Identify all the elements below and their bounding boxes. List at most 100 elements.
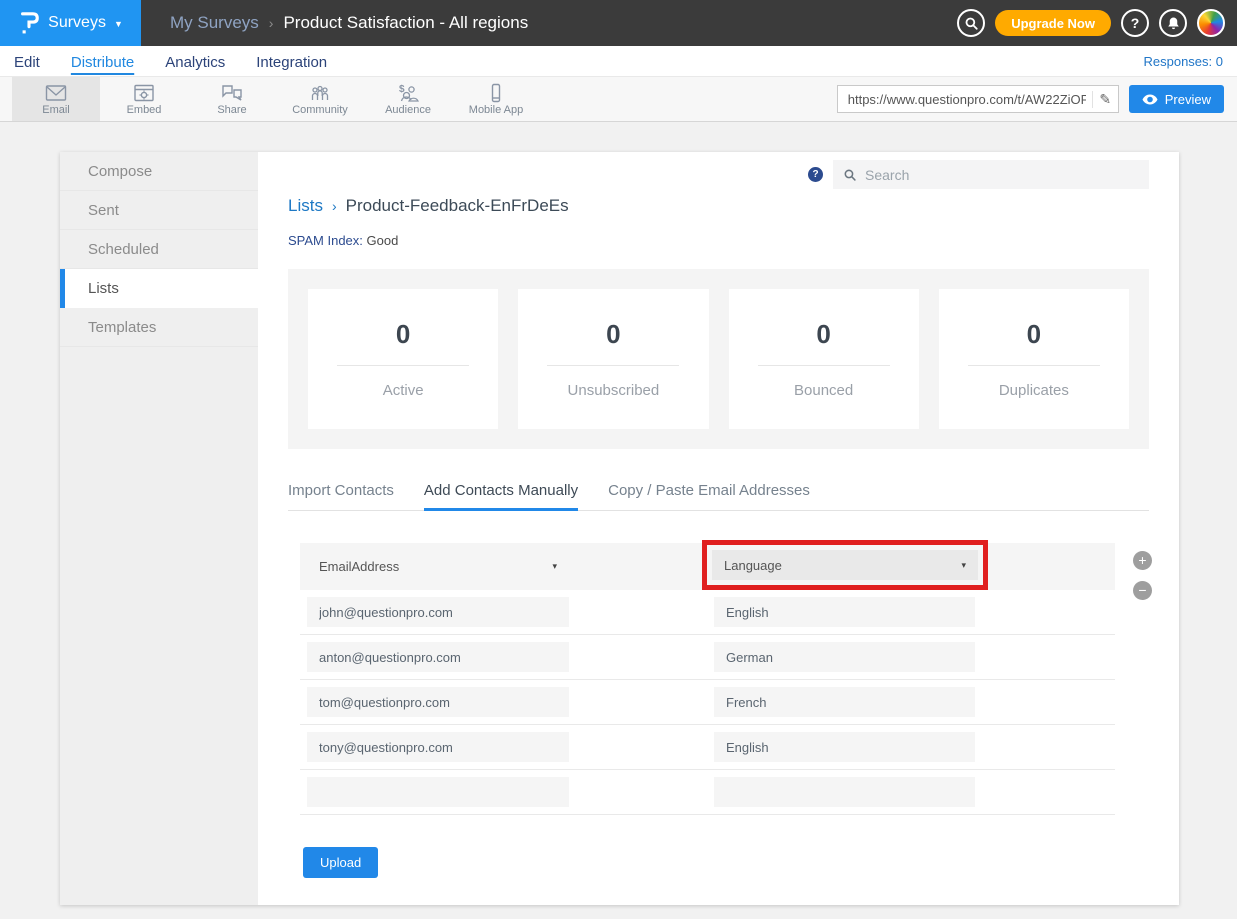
contact-tabs: Import Contacts Add Contacts Manually Co… <box>288 482 1149 511</box>
email-input-5[interactable] <box>307 777 569 807</box>
tab-copy-paste-email-addresses[interactable]: Copy / Paste Email Addresses <box>608 482 810 511</box>
topbar-main: My Surveys › Product Satisfaction - All … <box>141 0 1237 46</box>
embed-icon <box>132 83 156 103</box>
spam-index-label: SPAM Index: <box>288 233 363 248</box>
email-input-1[interactable] <box>307 597 569 627</box>
contacts-table-header: EmailAddress ▾ Language ▾ + − <box>300 543 1115 590</box>
table-row <box>300 635 1115 680</box>
stat-unsubscribed-label: Unsubscribed <box>568 382 660 399</box>
language-input-5[interactable] <box>714 777 975 807</box>
toolbar-embed-label: Embed <box>127 104 162 116</box>
email-column-label: EmailAddress <box>319 559 399 574</box>
toolbar-email[interactable]: Email <box>12 77 100 121</box>
spam-index-value: Good <box>367 233 399 248</box>
nav-distribute[interactable]: Distribute <box>71 52 134 71</box>
search-button[interactable] <box>957 9 985 37</box>
questionpro-logo-icon <box>18 10 40 36</box>
language-input-1[interactable] <box>714 597 975 627</box>
email-input-4[interactable] <box>307 732 569 762</box>
toolbar-mobile-app-label: Mobile App <box>469 104 523 116</box>
chevron-down-icon: ▾ <box>961 560 966 571</box>
audience-icon: $ <box>396 83 420 103</box>
toolbar-share[interactable]: Share <box>188 77 276 121</box>
stat-active-value: 0 <box>396 319 410 350</box>
survey-url-box: ✎ <box>837 85 1119 113</box>
add-row-button[interactable]: + <box>1133 551 1152 570</box>
surveys-menu[interactable]: Surveys ▼ <box>0 0 141 46</box>
email-input-3[interactable] <box>307 687 569 717</box>
table-row <box>300 590 1115 635</box>
nav-edit[interactable]: Edit <box>14 52 40 71</box>
tab-add-contacts-manually[interactable]: Add Contacts Manually <box>424 482 578 511</box>
list-search-box <box>833 160 1149 189</box>
email-sidebar: Compose Sent Scheduled Lists Templates <box>60 152 258 905</box>
stat-duplicates-label: Duplicates <box>999 382 1069 399</box>
toolbar-share-label: Share <box>217 104 246 116</box>
spam-index: SPAM Index: Good <box>288 233 1149 248</box>
tab-import-contacts[interactable]: Import Contacts <box>288 482 394 511</box>
stat-duplicates: 0 Duplicates <box>939 289 1129 429</box>
toolbar-embed[interactable]: Embed <box>100 77 188 121</box>
stat-duplicates-value: 0 <box>1027 319 1041 350</box>
list-breadcrumb: Lists › Product-Feedback-EnFrDeEs <box>288 196 1149 216</box>
stat-active-label: Active <box>383 382 424 399</box>
language-input-3[interactable] <box>714 687 975 717</box>
upgrade-now-button[interactable]: Upgrade Now <box>995 10 1111 36</box>
toolbar-audience[interactable]: $ Audience <box>364 77 452 121</box>
language-column-dropdown[interactable]: Language ▾ <box>712 550 978 580</box>
list-search-input[interactable] <box>865 167 1139 183</box>
list-stats: 0 Active 0 Unsubscribed 0 Bounced 0 Dupl… <box>288 269 1149 449</box>
chevron-down-icon: ▼ <box>114 19 123 29</box>
distribute-toolbar: Email Embed Share <box>0 77 1237 122</box>
nav-analytics[interactable]: Analytics <box>165 52 225 71</box>
stat-active: 0 Active <box>308 289 498 429</box>
preview-button[interactable]: Preview <box>1129 85 1224 113</box>
edit-url-icon[interactable]: ✎ <box>1092 91 1118 108</box>
email-input-2[interactable] <box>307 642 569 672</box>
share-icon <box>220 83 244 103</box>
mobile-app-icon <box>484 83 508 103</box>
search-icon <box>964 16 979 31</box>
email-column-dropdown[interactable]: EmailAddress ▾ <box>307 551 569 582</box>
notifications-button[interactable] <box>1159 9 1187 37</box>
preview-label: Preview <box>1165 92 1211 107</box>
language-input-4[interactable] <box>714 732 975 762</box>
breadcrumb-my-surveys[interactable]: My Surveys <box>170 13 259 33</box>
list-name: Product-Feedback-EnFrDeEs <box>346 196 569 216</box>
chevron-down-icon: ▾ <box>552 561 557 572</box>
upload-button[interactable]: Upload <box>303 847 378 878</box>
breadcrumb-lists-link[interactable]: Lists <box>288 196 323 216</box>
lists-panel: Compose Sent Scheduled Lists Templates ?… <box>60 152 1179 905</box>
remove-row-button[interactable]: − <box>1133 581 1152 600</box>
survey-url-input[interactable] <box>838 92 1092 107</box>
top-bar: Surveys ▼ My Surveys › Product Satisfact… <box>0 0 1237 46</box>
toolbar-community[interactable]: Community <box>276 77 364 121</box>
toolbar-mobile-app[interactable]: Mobile App <box>452 77 540 121</box>
lists-main: ? Lists › Product-Feedback-EnFrDeEs SPAM… <box>258 152 1179 905</box>
table-row <box>300 680 1115 725</box>
stat-bounced: 0 Bounced <box>729 289 919 429</box>
help-button[interactable]: ? <box>1121 9 1149 37</box>
toolbar-community-label: Community <box>292 104 348 116</box>
stat-bounced-label: Bounced <box>794 382 853 399</box>
language-input-2[interactable] <box>714 642 975 672</box>
sidebar-item-lists[interactable]: Lists <box>60 269 258 308</box>
community-icon <box>308 83 332 103</box>
sidebar-item-scheduled[interactable]: Scheduled <box>60 230 258 269</box>
sidebar-item-templates[interactable]: Templates <box>60 308 258 347</box>
stat-bounced-value: 0 <box>816 319 830 350</box>
help-icon[interactable]: ? <box>808 167 823 182</box>
chevron-right-icon: › <box>332 198 337 214</box>
toolbar-audience-label: Audience <box>385 104 431 116</box>
avatar[interactable] <box>1197 9 1225 37</box>
nav-integration[interactable]: Integration <box>256 52 327 71</box>
email-icon <box>44 83 68 103</box>
responses-count[interactable]: Responses: 0 <box>1144 54 1224 69</box>
product-label: Surveys <box>48 14 106 32</box>
sidebar-item-compose[interactable]: Compose <box>60 152 258 191</box>
sidebar-item-sent[interactable]: Sent <box>60 191 258 230</box>
stat-unsubscribed-value: 0 <box>606 319 620 350</box>
language-column-label: Language <box>724 558 782 573</box>
survey-nav: Edit Distribute Analytics Integration Re… <box>0 46 1237 77</box>
toolbar-email-label: Email <box>42 104 70 116</box>
